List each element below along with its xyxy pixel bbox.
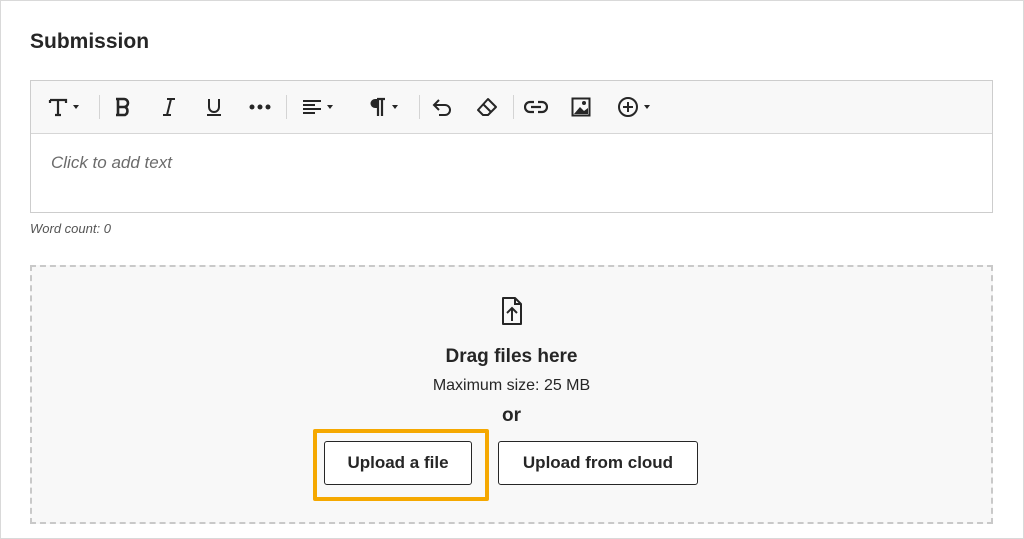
or-separator: or [502,405,521,426]
underline-icon [207,99,221,116]
chevron-down-icon [643,105,650,109]
image-icon [571,97,591,117]
editor-toolbar [31,81,992,134]
chevron-down-icon [391,105,398,109]
toolbar-divider [286,95,287,119]
align-icon [302,100,321,114]
section-title: Submission [30,30,150,53]
toolbar-divider [513,95,514,119]
align-button[interactable] [295,93,339,121]
italic-button[interactable] [155,93,183,121]
file-upload-icon [502,297,522,325]
paragraph-icon [370,97,385,116]
more-button[interactable] [245,93,275,121]
eraser-icon [477,98,497,116]
undo-icon [432,99,451,116]
text-style-icon [48,98,67,117]
rich-text-editor: Click to add text [30,80,993,213]
chevron-down-icon [326,105,333,109]
undo-button[interactable] [428,93,456,121]
word-count: Word count: 0 [30,221,111,236]
insert-link-button[interactable] [521,93,551,121]
editor-text-area[interactable]: Click to add text [31,134,992,212]
clear-formatting-button[interactable] [473,93,501,121]
chevron-down-icon [72,105,79,109]
paragraph-button[interactable] [361,93,405,121]
upload-from-cloud-button[interactable]: Upload from cloud [498,441,698,485]
bold-icon [116,97,130,117]
toolbar-divider [419,95,420,119]
text-style-button[interactable] [41,93,85,121]
underline-button[interactable] [200,93,228,121]
italic-icon [163,98,175,116]
add-icon [617,97,638,117]
drag-files-text: Drag files here [445,346,578,367]
insert-image-button[interactable] [567,93,595,121]
more-icon [249,104,271,110]
submission-panel: Submission Click to add text Word count:… [0,0,1024,539]
bold-button[interactable] [109,93,137,121]
max-size-text: Maximum size: 25 MB [432,377,591,394]
toolbar-divider [99,95,100,119]
editor-placeholder: Click to add text [51,153,172,172]
link-icon [524,100,548,114]
insert-content-button[interactable] [611,93,655,121]
upload-file-button[interactable]: Upload a file [324,441,472,485]
file-dropzone[interactable]: Drag files here Maximum size: 25 MB or U… [30,265,993,524]
